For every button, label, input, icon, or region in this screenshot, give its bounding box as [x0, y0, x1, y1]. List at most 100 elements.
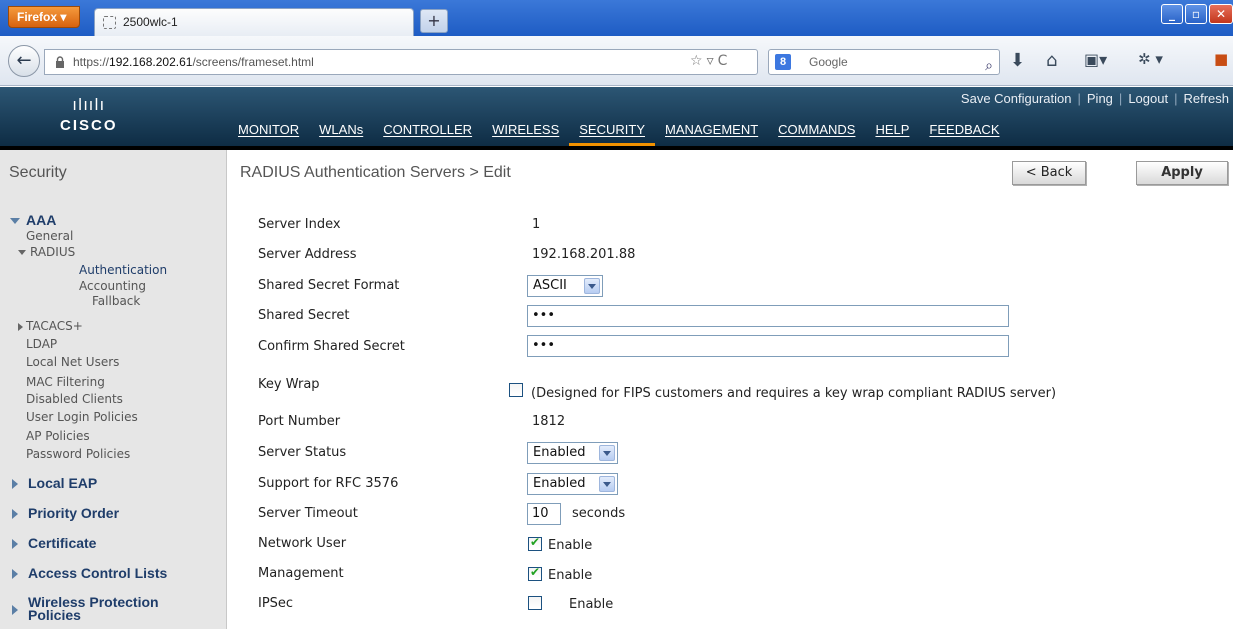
- server-index-label: Server Index: [258, 217, 341, 232]
- sidebar-item-radius[interactable]: RADIUS: [18, 246, 75, 258]
- ipsec-checkbox[interactable]: [528, 596, 542, 610]
- url-host: 192.168.202.61: [109, 55, 193, 69]
- server-status-select[interactable]: Enabled: [527, 442, 618, 464]
- network-user-enable-label: Enable: [548, 538, 593, 553]
- sidebar-group-local-eap[interactable]: Local EAP: [12, 475, 97, 491]
- nav-controller[interactable]: CONTROLLER: [373, 118, 482, 146]
- back-button[interactable]: < Back: [1012, 161, 1086, 185]
- save-configuration-link[interactable]: Save Configuration: [961, 91, 1072, 106]
- sidebar-item-ldap[interactable]: LDAP: [26, 338, 57, 350]
- url-path: /screens/frameset.html: [192, 55, 314, 69]
- sidebar-item-tacacs[interactable]: TACACS+: [18, 320, 83, 332]
- shared-secret-field[interactable]: •••: [527, 305, 1009, 327]
- key-wrap-label: Key Wrap: [258, 377, 320, 392]
- confirm-secret-field[interactable]: •••: [527, 335, 1009, 357]
- browser-navigation-bar: ← https://192.168.202.61/screens/framese…: [0, 36, 1233, 86]
- bookmarks-icon[interactable]: ▣▾: [1084, 50, 1107, 69]
- server-address-value: 192.168.201.88: [532, 247, 636, 262]
- sidebar-item-user-login-policies[interactable]: User Login Policies: [26, 411, 138, 423]
- page-favicon-icon: [103, 16, 116, 29]
- collapsed-chevron-icon: [12, 539, 18, 550]
- close-window-button[interactable]: ✕: [1209, 4, 1233, 24]
- cisco-header: ılıılı CISCO Save Configuration | Ping | Log…: [0, 87, 1233, 146]
- key-wrap-checkbox[interactable]: [509, 383, 523, 397]
- server-address-label: Server Address: [258, 247, 357, 262]
- sidebar-item-fallback[interactable]: Fallback: [92, 295, 140, 307]
- search-placeholder: Google: [809, 55, 848, 69]
- network-user-label: Network User: [258, 536, 347, 551]
- nav-management[interactable]: MANAGEMENT: [655, 118, 768, 146]
- nav-wlans[interactable]: WLANs: [309, 118, 373, 146]
- key-wrap-note: (Designed for FIPS customers and require…: [531, 386, 1057, 401]
- collapsed-chevron-icon: [12, 569, 18, 580]
- rfc3576-label: Support for RFC 3576: [258, 476, 399, 491]
- dropdown-icon[interactable]: ▿: [707, 53, 718, 69]
- nav-commands[interactable]: COMMANDS: [768, 118, 865, 146]
- server-status-label: Server Status: [258, 445, 347, 460]
- new-tab-button[interactable]: +: [420, 9, 448, 33]
- sidebar-item-authentication[interactable]: Authentication: [79, 264, 167, 276]
- sidebar-item-general[interactable]: General: [26, 230, 73, 242]
- sidebar-item-ap-policies[interactable]: AP Policies: [26, 430, 90, 442]
- ipsec-enable-label: Enable: [569, 597, 614, 612]
- network-user-checkbox[interactable]: [528, 535, 542, 551]
- sidebar-group-access-control-lists[interactable]: Access Control Lists: [12, 565, 167, 581]
- reload-icon[interactable]: C: [718, 53, 732, 69]
- server-timeout-label: Server Timeout: [258, 506, 358, 521]
- shared-secret-label: Shared Secret: [258, 308, 350, 323]
- sidebar-item-disabled-clients[interactable]: Disabled Clients: [26, 393, 123, 405]
- search-engine-icon[interactable]: 8: [775, 54, 791, 70]
- collapsed-chevron-icon: [18, 322, 23, 331]
- apply-button[interactable]: Apply: [1136, 161, 1228, 185]
- secret-format-select[interactable]: ASCII: [527, 275, 603, 297]
- sidebar-item-local-net-users[interactable]: Local Net Users: [26, 356, 119, 368]
- nav-help[interactable]: HELP: [865, 118, 919, 146]
- refresh-link[interactable]: Refresh: [1183, 91, 1229, 106]
- sidebar-group-aaa[interactable]: AAA: [10, 212, 56, 228]
- sidebar-group-priority-order[interactable]: Priority Order: [12, 505, 119, 521]
- sidebar-group-wireless-protection-policies[interactable]: Wireless Protection Policies: [12, 595, 159, 622]
- security-sidebar: Security AAA General RADIUS Authenticati…: [0, 150, 227, 629]
- search-input[interactable]: 8 Google ⌕: [768, 49, 1000, 75]
- chevron-down-icon: [584, 278, 600, 294]
- sidebar-item-accounting[interactable]: Accounting: [79, 280, 146, 292]
- server-index-value: 1: [532, 217, 541, 232]
- nav-monitor[interactable]: MONITOR: [228, 118, 309, 146]
- port-number-value: 1812: [532, 414, 566, 429]
- ping-link[interactable]: Ping: [1087, 91, 1113, 106]
- management-checkbox[interactable]: [528, 565, 542, 581]
- maximize-window-button[interactable]: ▫: [1185, 4, 1207, 24]
- nav-security[interactable]: SECURITY: [569, 118, 655, 146]
- server-timeout-field[interactable]: 10: [527, 503, 561, 525]
- sidebar-item-password-policies[interactable]: Password Policies: [26, 448, 130, 460]
- firefox-menu-button[interactable]: Firefox ▾: [8, 6, 80, 28]
- rfc3576-select[interactable]: Enabled: [527, 473, 618, 495]
- extension-icon[interactable]: ■: [1214, 50, 1228, 68]
- minimize-window-button[interactable]: _: [1161, 4, 1183, 24]
- collapsed-chevron-icon: [12, 479, 18, 490]
- secret-format-label: Shared Secret Format: [258, 278, 400, 293]
- addon-icon[interactable]: ✲ ▾: [1138, 50, 1163, 68]
- nav-wireless[interactable]: WIRELESS: [482, 118, 569, 146]
- search-icon[interactable]: ⌕: [985, 53, 993, 77]
- home-icon[interactable]: ⌂: [1046, 50, 1057, 71]
- url-bar[interactable]: https://192.168.202.61/screens/frameset.…: [44, 49, 758, 75]
- sidebar-item-mac-filtering[interactable]: MAC Filtering: [26, 376, 105, 388]
- star-icon[interactable]: ☆: [690, 53, 707, 69]
- sidebar-title: Security: [9, 164, 67, 181]
- management-enable-label: Enable: [548, 568, 593, 583]
- back-arrow-icon[interactable]: ←: [8, 45, 40, 77]
- logout-link[interactable]: Logout: [1128, 91, 1168, 106]
- lock-icon: [56, 56, 64, 68]
- browser-tab[interactable]: 2500wlc-1: [94, 8, 414, 36]
- main-nav: MONITOR WLANs CONTROLLER WIRELESS SECURI…: [228, 118, 1010, 146]
- cisco-logo-bars: ılıılı: [72, 95, 106, 114]
- management-label: Management: [258, 566, 344, 581]
- url-prefix: https://: [73, 55, 110, 69]
- download-icon[interactable]: ⬇: [1010, 50, 1025, 71]
- sidebar-group-certificate[interactable]: Certificate: [12, 535, 96, 551]
- expanded-chevron-icon: [10, 218, 20, 225]
- port-number-label: Port Number: [258, 414, 341, 429]
- nav-feedback[interactable]: FEEDBACK: [919, 118, 1009, 146]
- page-title: RADIUS Authentication Servers > Edit: [240, 164, 511, 181]
